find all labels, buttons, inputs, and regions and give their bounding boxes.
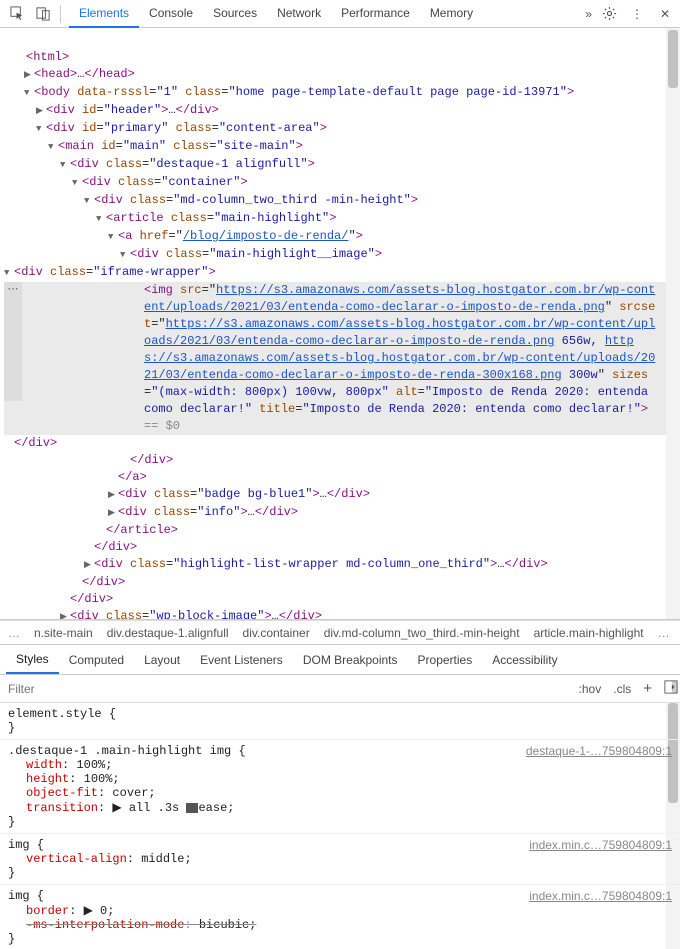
breadcrumb-overflow[interactable]: … [8,626,20,640]
kebab-menu-icon[interactable]: ⋮ [626,3,648,25]
dom-node[interactable]: <div class="main-highlight__image"> [4,246,680,264]
tab-console[interactable]: Console [139,0,203,28]
dom-node[interactable]: <div class="highlight-list-wrapper md-co… [4,556,680,574]
dom-node[interactable]: <div id="primary" class="content-area"> [4,120,680,138]
dom-node[interactable]: <article class="main-highlight"> [4,210,680,228]
dom-node[interactable]: <div class="info">…</div> [4,504,680,522]
dom-tree[interactable]: <html><head>…</head><body data-rsssl="1"… [0,28,680,620]
style-rule[interactable]: destaque-1-…759804809:1.destaque-1 .main… [0,740,680,834]
dom-node-img-selected[interactable]: <img src="https://s3.amazonaws.com/asset… [4,282,680,435]
tab-sources[interactable]: Sources [203,0,267,28]
dom-node[interactable]: <div class="badge bg-blue1">…</div> [4,486,680,504]
tab-performance[interactable]: Performance [331,0,420,28]
dom-node[interactable]: <head>…</head> [4,66,680,84]
styles-filter-bar: :hov .cls + [0,675,680,703]
breadcrumb-overflow[interactable]: … [658,626,670,640]
sidebar-tabs: StylesComputedLayoutEvent ListenersDOM B… [0,645,680,675]
tab-memory[interactable]: Memory [420,0,483,28]
dom-node[interactable] [4,32,680,49]
tab-elements[interactable]: Elements [69,0,139,28]
dom-node[interactable]: <div class="container"> [4,174,680,192]
style-rule[interactable]: index.min.c…759804809:1img {vertical-ali… [0,834,680,885]
breadcrumb-item[interactable]: n.site-main [34,626,93,640]
close-icon[interactable]: ✕ [654,3,676,25]
more-tabs-icon[interactable]: » [579,7,598,21]
sidebar-tab-layout[interactable]: Layout [134,647,190,673]
breadcrumb-item[interactable]: div.destaque-1.alignfull [107,626,229,640]
dom-node[interactable]: </a> [4,469,680,486]
style-rule[interactable]: index.min.c…759804809:1img {border: ▶ 0;… [0,885,680,949]
sidebar-tab-computed[interactable]: Computed [59,647,134,673]
sidebar-tab-dom-breakpoints[interactable]: DOM Breakpoints [293,647,408,673]
gear-icon[interactable] [598,3,620,25]
sidebar-tab-accessibility[interactable]: Accessibility [482,647,567,673]
breadcrumb-item[interactable]: div.container [243,626,310,640]
inspect-element-icon[interactable] [4,1,30,27]
sidebar-tab-event-listeners[interactable]: Event Listeners [190,647,293,673]
dom-node[interactable]: <div class="iframe-wrapper"> [4,264,680,282]
dom-node[interactable]: <div class="md-column_two_third -min-hei… [4,192,680,210]
dom-node[interactable]: </div> [4,591,680,608]
styles-filter-input[interactable] [0,682,573,696]
rule-source-link[interactable]: index.min.c…759804809:1 [529,838,672,852]
computed-sidebar-icon[interactable] [658,680,680,697]
panel-tabs: ElementsConsoleSourcesNetworkPerformance… [69,0,579,28]
dom-node[interactable]: <div id="header">…</div> [4,102,680,120]
dom-node[interactable]: <div class="wp-block-image">…</div> [4,608,680,620]
tab-network[interactable]: Network [267,0,331,28]
breadcrumb-item[interactable]: article.main-highlight [534,626,644,640]
easing-chip-icon[interactable] [186,803,198,813]
devtools-toolbar: ElementsConsoleSourcesNetworkPerformance… [0,0,680,28]
styles-pane[interactable]: element.style {}destaque-1-…759804809:1.… [0,703,680,949]
dom-node[interactable]: <a href="/blog/imposto-de-renda/"> [4,228,680,246]
dom-node[interactable]: </div> [4,435,680,452]
dom-node[interactable]: </div> [4,539,680,556]
dom-node[interactable]: <main id="main" class="site-main"> [4,138,680,156]
dom-node[interactable]: </article> [4,522,680,539]
hov-toggle[interactable]: :hov [573,682,608,696]
dom-node[interactable]: </div> [4,452,680,469]
dom-node[interactable]: <body data-rsssl="1" class="home page-te… [4,84,680,102]
sidebar-tab-properties[interactable]: Properties [408,647,483,673]
rule-source-link[interactable]: index.min.c…759804809:1 [529,889,672,903]
elements-dom-panel: <html><head>…</head><body data-rsssl="1"… [0,28,680,620]
dom-node[interactable]: <div class="destaque-1 alignfull"> [4,156,680,174]
cls-toggle[interactable]: .cls [607,682,637,696]
sidebar-tab-styles[interactable]: Styles [6,646,59,674]
toggle-device-icon[interactable] [30,1,56,27]
dom-node[interactable]: <html> [4,49,680,66]
scrollbar[interactable] [666,28,680,619]
new-style-rule-icon[interactable]: + [637,680,658,697]
breadcrumb[interactable]: … n.site-main div.destaque-1.alignfull div.… [0,620,680,645]
breadcrumb-item[interactable]: div.md-column_two_third.-min-height [324,626,520,640]
rule-source-link[interactable]: destaque-1-…759804809:1 [526,744,672,758]
dom-node[interactable]: </div> [4,574,680,591]
style-rule[interactable]: element.style {} [0,703,680,740]
